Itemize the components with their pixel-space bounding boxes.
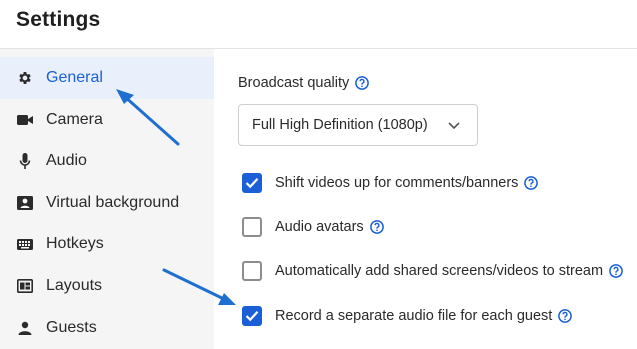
sidebar-item-label: Camera bbox=[46, 111, 103, 128]
audio-avatars-label: Audio avatars bbox=[275, 219, 364, 235]
person-icon bbox=[16, 319, 34, 337]
checkmark-icon bbox=[245, 178, 259, 189]
sidebar-item-label: Layouts bbox=[46, 277, 103, 294]
chevron-down-icon bbox=[447, 118, 461, 132]
broadcast-quality-label: Broadcast quality bbox=[238, 75, 370, 91]
help-icon[interactable] bbox=[558, 309, 573, 323]
record-separate-audio-label: Record a separate audio file for each gu… bbox=[275, 308, 553, 324]
option-shift-videos: Shift videos up for comments/banners bbox=[242, 172, 539, 194]
checkmark-icon bbox=[245, 311, 259, 322]
broadcast-quality-select[interactable]: Full High Definition (1080p) bbox=[238, 104, 478, 146]
option-record-separate-audio: Record a separate audio file for each gu… bbox=[242, 305, 573, 327]
auto-add-shared-checkbox[interactable] bbox=[242, 261, 262, 281]
option-auto-add-shared: Automatically add shared screens/videos … bbox=[242, 260, 623, 282]
audio-avatars-checkbox[interactable] bbox=[242, 217, 262, 237]
shift-videos-checkbox[interactable] bbox=[242, 173, 262, 193]
keyboard-icon bbox=[16, 235, 34, 253]
sidebar-item-label: Virtual background bbox=[46, 194, 180, 211]
auto-add-shared-label: Automatically add shared screens/videos … bbox=[275, 263, 604, 279]
help-icon[interactable] bbox=[369, 220, 384, 234]
option-audio-avatars: Audio avatars bbox=[242, 216, 384, 238]
gear-icon bbox=[16, 69, 34, 87]
broadcast-quality-text: Broadcast quality bbox=[238, 75, 350, 91]
broadcast-quality-value: Full High Definition (1080p) bbox=[252, 117, 428, 133]
sidebar-item-layouts[interactable]: Layouts bbox=[0, 265, 214, 307]
sidebar-item-camera[interactable]: Camera bbox=[0, 99, 214, 141]
sidebar-item-label: General bbox=[46, 69, 103, 86]
camera-icon bbox=[16, 111, 34, 129]
sidebar-item-virtual-background[interactable]: Virtual background bbox=[0, 182, 214, 224]
sidebar-item-guests[interactable]: Guests bbox=[0, 307, 214, 349]
layout-icon bbox=[16, 277, 34, 295]
help-icon[interactable] bbox=[609, 264, 623, 278]
header-bar: Settings bbox=[0, 0, 637, 49]
sidebar-item-label: Guests bbox=[46, 319, 97, 336]
help-icon[interactable] bbox=[355, 76, 370, 90]
sidebar-item-general[interactable]: General bbox=[0, 57, 214, 99]
sidebar-item-hotkeys[interactable]: Hotkeys bbox=[0, 223, 214, 265]
microphone-icon bbox=[16, 152, 34, 170]
sidebar: General Camera Audio Virtual background … bbox=[0, 49, 214, 349]
record-separate-audio-checkbox[interactable] bbox=[242, 306, 262, 326]
help-icon[interactable] bbox=[524, 176, 539, 190]
virtual-background-icon bbox=[16, 194, 34, 212]
page-title: Settings bbox=[16, 8, 101, 31]
shift-videos-label: Shift videos up for comments/banners bbox=[275, 175, 519, 191]
sidebar-item-audio[interactable]: Audio bbox=[0, 140, 214, 182]
settings-content: Broadcast quality Full High Definition (… bbox=[214, 49, 637, 349]
sidebar-item-label: Hotkeys bbox=[46, 235, 104, 252]
sidebar-item-label: Audio bbox=[46, 152, 87, 169]
